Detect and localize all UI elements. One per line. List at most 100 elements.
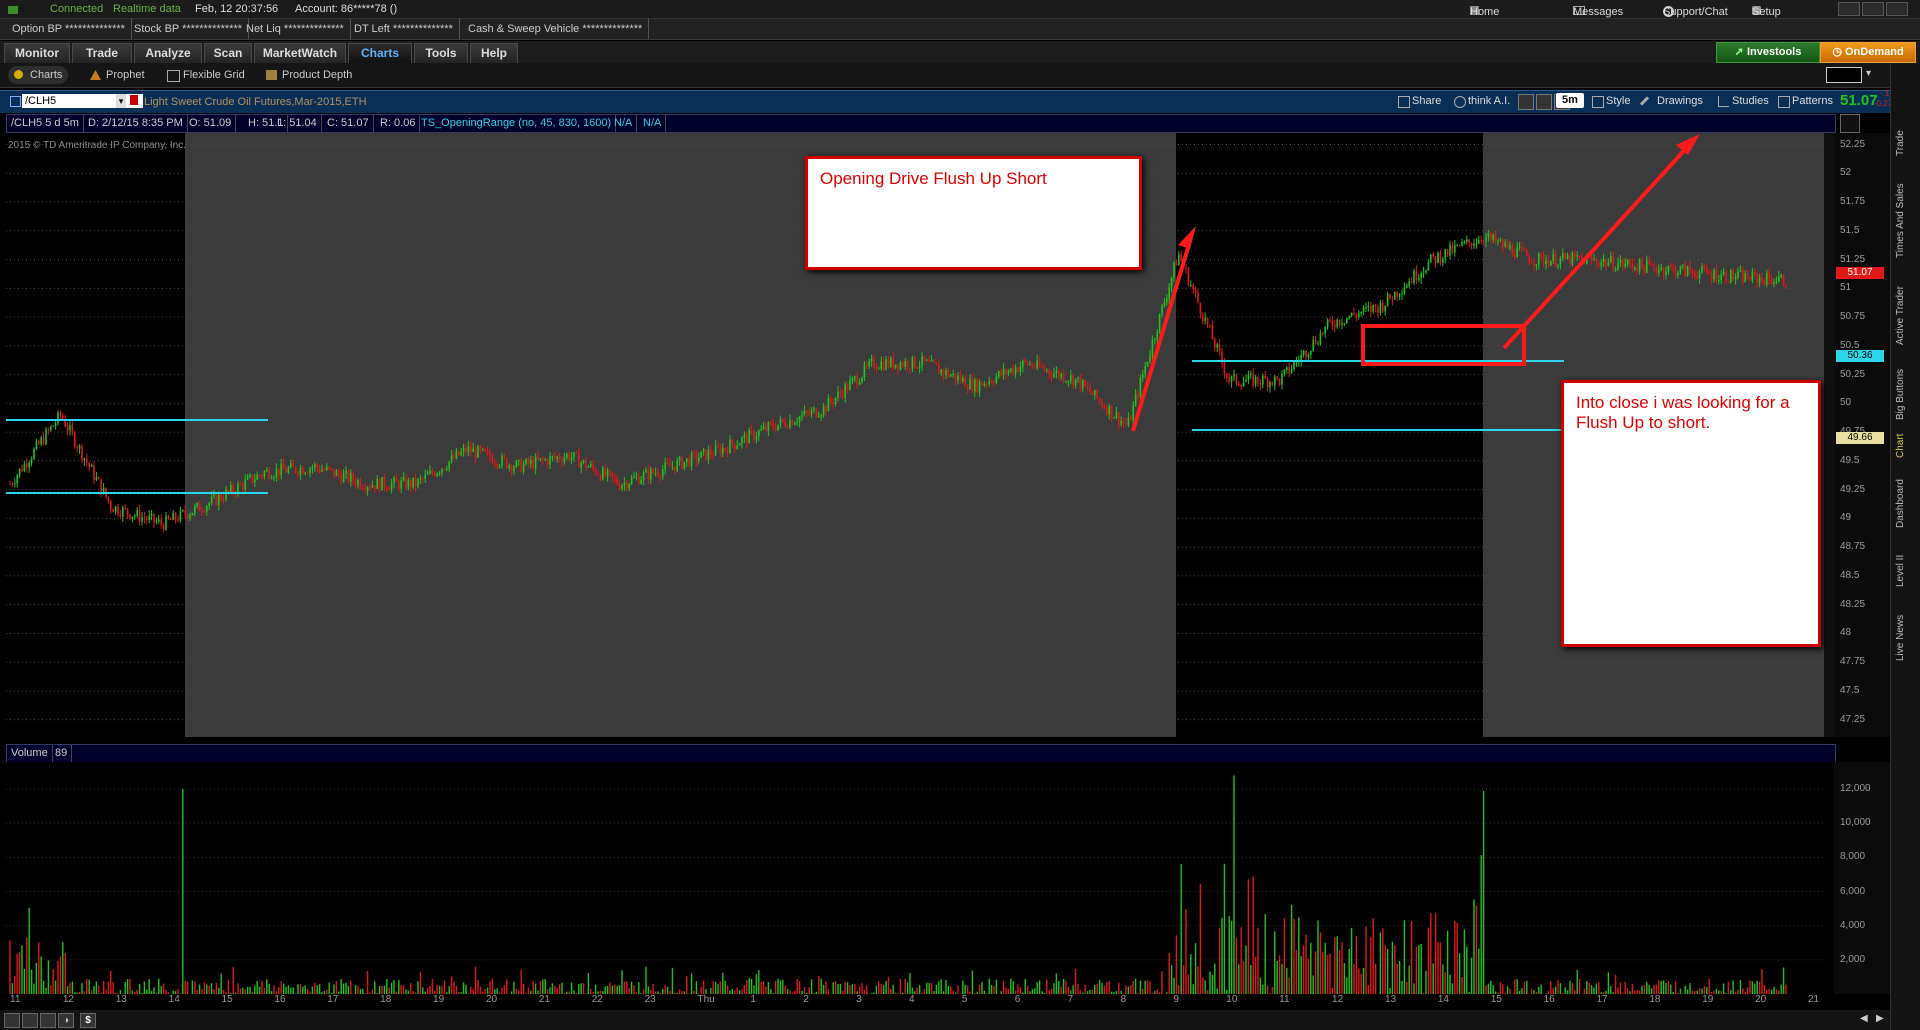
- expansion-icon[interactable]: ◑: [58, 1013, 74, 1028]
- volume-bar: [1785, 984, 1787, 994]
- volume-bar: [40, 956, 42, 994]
- volume-bar: [1139, 980, 1142, 994]
- tab-trade[interactable]: Trade: [72, 43, 132, 63]
- candle-body: [71, 425, 74, 433]
- time-tick-label: 5: [961, 994, 968, 1005]
- candle-body: [374, 485, 376, 489]
- candle-body: [1142, 374, 1144, 378]
- minimize-button[interactable]: [1838, 2, 1860, 16]
- candle-body: [518, 459, 520, 461]
- candle-body: [1271, 382, 1274, 386]
- scroll-right-icon[interactable]: ▶: [1876, 1013, 1888, 1026]
- ondemand-button[interactable]: ◷ OnDemand: [1820, 42, 1916, 63]
- volume-bar: [422, 987, 424, 994]
- candle-body: [1602, 259, 1605, 263]
- or-high-marker: 50.36: [1836, 350, 1884, 362]
- time-tick-label: 4: [909, 994, 915, 1005]
- time-tick-label: 11: [10, 994, 21, 1005]
- zoom-fit-icon[interactable]: [1840, 114, 1860, 133]
- main-tabs: Monitor Trade Analyze Scan MarketWatch Charts…: [0, 41, 1920, 63]
- volume-bar: [1432, 963, 1434, 994]
- volume-chart[interactable]: [6, 762, 1834, 994]
- alert-icon[interactable]: [130, 95, 138, 105]
- volume-bar: [1026, 985, 1029, 994]
- account-label[interactable]: Account: 86*****78 (): [295, 3, 397, 15]
- side-tab-level-ii[interactable]: Level II: [1895, 543, 1915, 599]
- layout-box[interactable]: [1826, 67, 1862, 83]
- candle-body: [1022, 360, 1024, 367]
- candle-body: [1449, 244, 1451, 256]
- tab-analyze[interactable]: Analyze: [134, 43, 202, 63]
- volume-bar: [1077, 983, 1079, 994]
- maximize-button[interactable]: [1862, 2, 1884, 16]
- candle-body: [26, 463, 28, 468]
- volume-bar: [810, 979, 813, 994]
- candle-body: [69, 425, 71, 431]
- dollar-icon[interactable]: $: [80, 1013, 96, 1028]
- subtab-product-depth[interactable]: Product Depth: [260, 66, 358, 84]
- volume-bar: [11, 983, 14, 994]
- side-tab-dashboard[interactable]: Dashboard: [1895, 468, 1915, 540]
- patterns-button[interactable]: Patterns: [1776, 93, 1837, 109]
- candle-body: [340, 474, 342, 483]
- investools-button[interactable]: ➚ Investools: [1716, 42, 1820, 63]
- side-tab-active-trader[interactable]: Active Trader: [1895, 273, 1915, 359]
- candle-body: [484, 448, 486, 452]
- symbol-dropdown-icon[interactable]: ▾: [116, 94, 126, 108]
- side-tab-trade[interactable]: Trade: [1895, 117, 1915, 169]
- candle-body: [1466, 239, 1468, 242]
- subtab-charts[interactable]: Charts: [8, 66, 69, 84]
- candle-body: [1674, 267, 1677, 276]
- candle-body: [1451, 244, 1454, 253]
- wrench-icon[interactable]: [1536, 94, 1552, 110]
- side-tab-times-and-sales[interactable]: Times And Sales: [1895, 173, 1915, 269]
- volume-bar: [513, 981, 515, 994]
- tab-monitor[interactable]: Monitor: [4, 43, 70, 63]
- candle-body: [947, 370, 950, 377]
- tab-scan[interactable]: Scan: [204, 43, 252, 63]
- note-into-close[interactable]: Into close i was looking for a Flush Up …: [1561, 380, 1821, 647]
- volume-bar: [354, 985, 357, 994]
- side-tab-big-buttons[interactable]: Big Buttons: [1895, 363, 1915, 425]
- close-button[interactable]: [1886, 2, 1908, 16]
- drawings-button[interactable]: Drawings: [1639, 93, 1707, 109]
- think-ai-button[interactable]: think A.I.: [1452, 93, 1514, 109]
- volume-bar: [1492, 985, 1494, 994]
- tab-tools[interactable]: Tools: [414, 43, 468, 63]
- time-tick-label: 21: [538, 994, 550, 1005]
- volume-bar: [1386, 948, 1389, 994]
- scroll-left-icon[interactable]: ◀: [1860, 1013, 1872, 1026]
- side-tab-live-news[interactable]: Live News: [1895, 603, 1915, 673]
- volume-bar: [782, 979, 784, 994]
- reset-zoom-icon[interactable]: [40, 1013, 56, 1028]
- zoom-out-icon[interactable]: [4, 1013, 20, 1028]
- layout-menu-icon[interactable]: ▾: [1866, 68, 1884, 82]
- side-tab-chart[interactable]: Chart: [1895, 428, 1915, 464]
- volume-bar: [266, 979, 268, 994]
- tab-help[interactable]: Help: [470, 43, 518, 63]
- candle-body: [945, 370, 947, 375]
- volume-bar: [1398, 960, 1401, 994]
- zoom-in-icon[interactable]: [22, 1013, 38, 1028]
- candle-body: [333, 468, 335, 477]
- candle-body: [820, 415, 822, 417]
- candle-body: [1581, 257, 1583, 259]
- link-icon[interactable]: [10, 96, 21, 107]
- share-button[interactable]: Share: [1396, 93, 1445, 109]
- timeframe-selector[interactable]: 5m: [1556, 93, 1584, 108]
- subtab-flexible-grid[interactable]: Flexible Grid: [161, 66, 251, 84]
- candle-body: [597, 473, 599, 476]
- note-opening-drive[interactable]: Opening Drive Flush Up Short: [805, 156, 1142, 270]
- info-study[interactable]: TS_OpeningRange (no, 45, 830, 1600): [417, 115, 617, 132]
- candle-body: [1530, 262, 1533, 264]
- style-button[interactable]: Style: [1590, 93, 1634, 109]
- volume-bar: [1106, 982, 1108, 994]
- crosshair-icon[interactable]: [1518, 94, 1534, 110]
- candle-body: [194, 506, 196, 513]
- candle-body: [390, 483, 393, 490]
- subtab-prophet[interactable]: Prophet: [84, 66, 151, 84]
- tab-charts[interactable]: Charts: [348, 43, 412, 63]
- candle-body: [1370, 305, 1372, 312]
- studies-button[interactable]: Studies: [1716, 93, 1773, 109]
- tab-marketwatch[interactable]: MarketWatch: [254, 43, 346, 63]
